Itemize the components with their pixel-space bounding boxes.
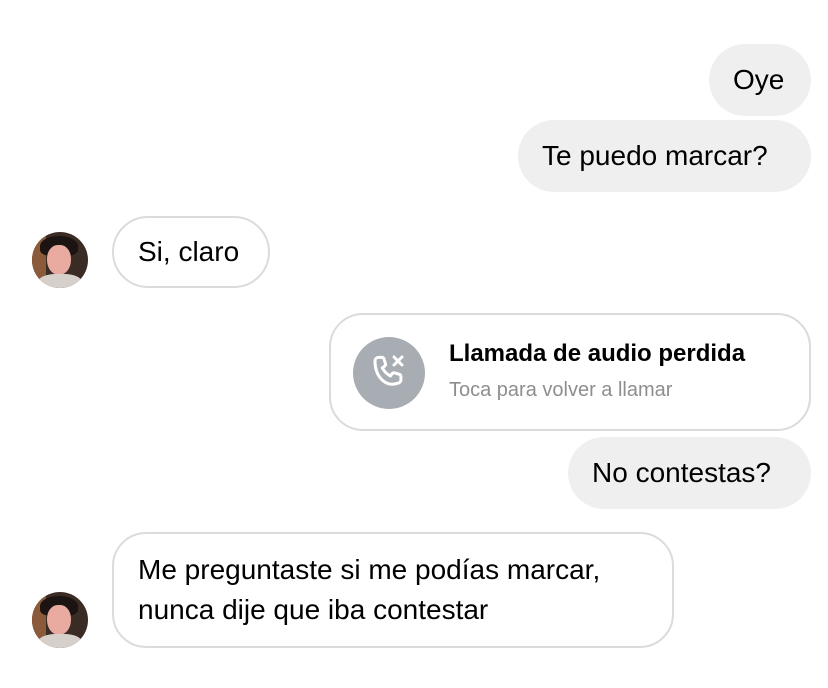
message-text: No contestas? — [592, 457, 771, 488]
incoming-message-bubble[interactable]: Me preguntaste si me podías marcar, nunc… — [112, 532, 674, 648]
contact-avatar[interactable] — [32, 232, 88, 288]
message-text: Te puedo marcar? — [542, 140, 768, 171]
outgoing-message-bubble[interactable]: Te puedo marcar? — [518, 120, 811, 192]
incoming-message-bubble[interactable]: Si, claro — [112, 216, 270, 288]
message-text-line: Me preguntaste si me podías marcar, — [138, 554, 601, 585]
missed-call-title: Llamada de audio perdida — [449, 340, 746, 367]
call-back-hint: Toca para volver a llamar — [449, 379, 673, 401]
outgoing-message-bubble[interactable]: Oye — [709, 44, 811, 116]
outgoing-message-bubble[interactable]: No contestas? — [568, 437, 811, 509]
message-text: Si, claro — [138, 236, 240, 267]
message-text: Oye — [733, 64, 785, 95]
contact-avatar[interactable] — [32, 592, 88, 648]
message-text-line: nunca dije que iba contestar — [138, 594, 489, 625]
phone-x-icon — [353, 337, 425, 409]
missed-call-card[interactable]: Llamada de audio perdida Toca para volve… — [329, 313, 811, 431]
